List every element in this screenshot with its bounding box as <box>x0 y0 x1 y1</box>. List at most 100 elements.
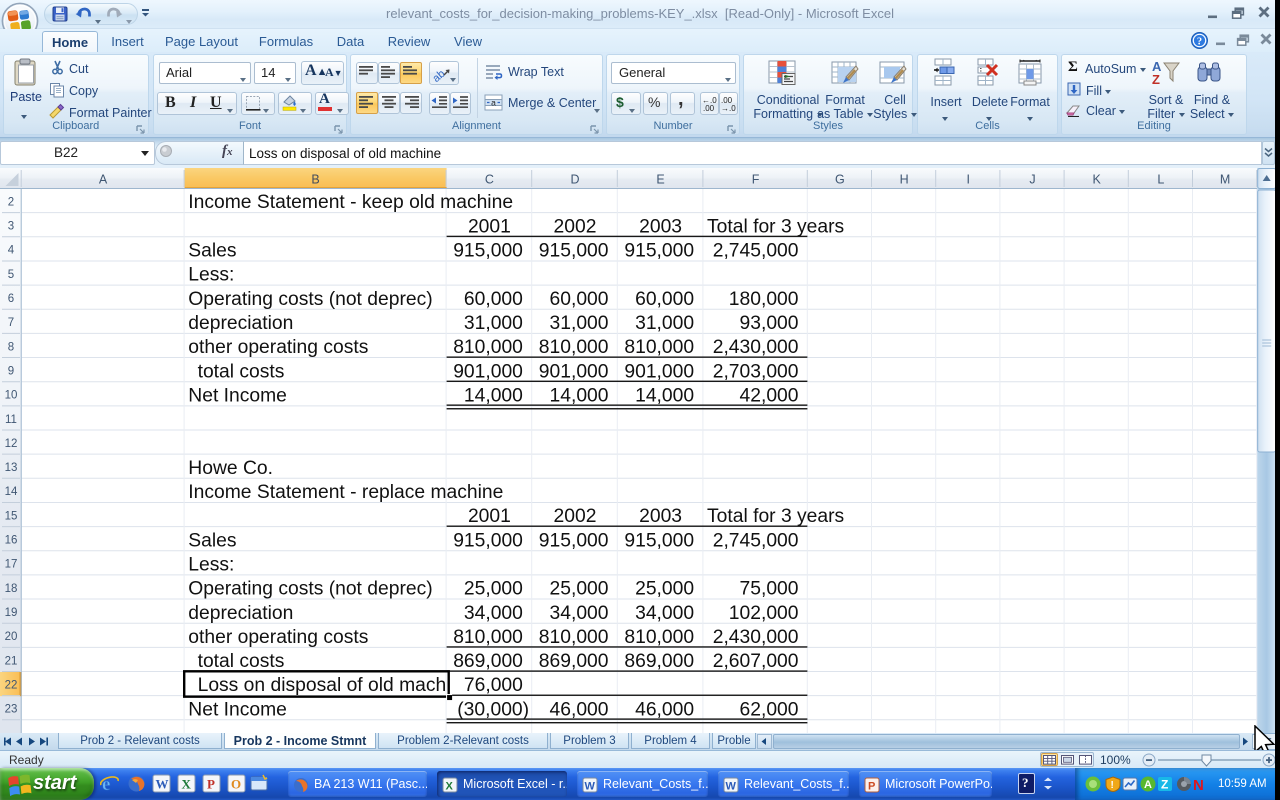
svg-text:31,000: 31,000 <box>550 313 609 334</box>
svg-text:(30,000): (30,000) <box>457 699 529 720</box>
svg-text:810,000: 810,000 <box>624 627 694 648</box>
svg-text:14,000: 14,000 <box>464 385 523 406</box>
svg-text:102,000: 102,000 <box>729 603 799 624</box>
svg-text:L: L <box>1157 172 1164 186</box>
svg-text:2: 2 <box>8 196 14 208</box>
svg-text:3: 3 <box>8 221 14 233</box>
svg-text:869,000: 869,000 <box>624 651 694 672</box>
svg-text:8: 8 <box>8 341 14 353</box>
svg-text:869,000: 869,000 <box>539 651 609 672</box>
svg-text:7: 7 <box>8 317 14 329</box>
svg-text:2001: 2001 <box>468 506 511 527</box>
svg-text:depreciation: depreciation <box>188 603 293 624</box>
svg-text:12: 12 <box>5 438 18 450</box>
svg-text:Net Income: Net Income <box>188 699 287 720</box>
svg-text:2,607,000: 2,607,000 <box>713 651 799 672</box>
svg-text:J: J <box>1029 172 1035 186</box>
svg-text:14,000: 14,000 <box>550 385 609 406</box>
svg-text:2,745,000: 2,745,000 <box>713 530 799 551</box>
svg-text:21: 21 <box>5 655 18 667</box>
svg-text:Total for 3 years: Total for 3 years <box>707 216 844 237</box>
svg-text:2,703,000: 2,703,000 <box>713 361 799 382</box>
svg-text:I: I <box>967 172 970 186</box>
svg-text:869,000: 869,000 <box>453 651 523 672</box>
svg-text:14,000: 14,000 <box>635 385 694 406</box>
svg-text:901,000: 901,000 <box>624 361 694 382</box>
svg-text:18: 18 <box>5 583 18 595</box>
svg-text:60,000: 60,000 <box>464 289 523 310</box>
svg-text:2,430,000: 2,430,000 <box>713 627 799 648</box>
svg-text:ab: ab <box>431 68 448 83</box>
svg-text:42,000: 42,000 <box>740 385 799 406</box>
svg-text:X: X <box>446 781 454 793</box>
svg-text:5: 5 <box>8 269 14 281</box>
svg-text:W: W <box>156 777 169 792</box>
svg-text:W: W <box>726 781 737 793</box>
svg-text:810,000: 810,000 <box>539 337 609 358</box>
svg-text:N: N <box>1193 777 1204 792</box>
svg-text:total costs: total costs <box>198 651 285 672</box>
svg-text:a: a <box>491 98 496 108</box>
svg-text:Operating costs (not deprec): Operating costs (not deprec) <box>188 579 432 600</box>
svg-text:2003: 2003 <box>639 216 682 237</box>
svg-text:25,000: 25,000 <box>635 579 694 600</box>
svg-text:2002: 2002 <box>554 506 597 527</box>
svg-text:46,000: 46,000 <box>550 699 609 720</box>
svg-text:Income Statement - keep old ma: Income Statement - keep old machine <box>188 192 513 213</box>
svg-text:?: ? <box>1197 37 1202 48</box>
svg-text:34,000: 34,000 <box>635 603 694 624</box>
svg-text:810,000: 810,000 <box>624 337 694 358</box>
svg-text:E: E <box>656 172 664 186</box>
svg-text:76,000: 76,000 <box>464 675 523 696</box>
svg-text:Less:: Less: <box>188 265 234 286</box>
svg-text:O: O <box>231 777 241 792</box>
svg-text:Sales: Sales <box>188 241 236 262</box>
svg-text:915,000: 915,000 <box>624 530 694 551</box>
svg-text:2,745,000: 2,745,000 <box>713 241 799 262</box>
svg-text:810,000: 810,000 <box>453 337 523 358</box>
svg-text:915,000: 915,000 <box>453 530 523 551</box>
svg-text:→.0: →.0 <box>721 104 736 113</box>
svg-text:16: 16 <box>5 535 18 547</box>
svg-text:915,000: 915,000 <box>624 241 694 262</box>
svg-text:60,000: 60,000 <box>550 289 609 310</box>
svg-text:20: 20 <box>5 631 18 643</box>
svg-text:Income Statement - replace mac: Income Statement - replace machine <box>188 482 503 503</box>
svg-text:H: H <box>900 172 909 186</box>
svg-text:6: 6 <box>8 293 14 305</box>
svg-text:810,000: 810,000 <box>453 627 523 648</box>
svg-text:13: 13 <box>5 462 18 474</box>
svg-text:F: F <box>752 172 760 186</box>
svg-text:10: 10 <box>5 390 18 402</box>
svg-text:A: A <box>99 172 108 186</box>
svg-text:.00: .00 <box>703 104 715 113</box>
svg-text:Sales: Sales <box>188 530 236 551</box>
svg-text:22: 22 <box>5 679 18 691</box>
svg-text:Loss on disposal of old machin: Loss on disposal of old machine <box>198 675 472 696</box>
svg-text:11: 11 <box>5 414 17 426</box>
svg-text:17: 17 <box>5 559 18 571</box>
svg-text:901,000: 901,000 <box>453 361 523 382</box>
svg-text:901,000: 901,000 <box>539 361 609 382</box>
svg-text:W: W <box>585 781 596 793</box>
svg-text:810,000: 810,000 <box>539 627 609 648</box>
svg-text:P: P <box>868 781 875 793</box>
svg-text:Total for 3 years: Total for 3 years <box>707 506 844 527</box>
svg-text:2,430,000: 2,430,000 <box>713 337 799 358</box>
svg-text:915,000: 915,000 <box>539 241 609 262</box>
svg-text:25,000: 25,000 <box>464 579 523 600</box>
svg-text:19: 19 <box>5 607 18 619</box>
svg-text:2003: 2003 <box>639 506 682 527</box>
svg-text:A: A <box>1144 779 1152 791</box>
svg-text:14: 14 <box>5 486 18 498</box>
svg-text:915,000: 915,000 <box>453 241 523 262</box>
svg-text:!: ! <box>1111 780 1114 791</box>
svg-text:Less:: Less: <box>188 554 234 575</box>
svg-text:4: 4 <box>8 245 15 257</box>
svg-text:Howe Co.: Howe Co. <box>188 458 273 479</box>
svg-text:23: 23 <box>5 704 18 716</box>
svg-text:P: P <box>207 777 215 792</box>
svg-text:total costs: total costs <box>198 361 285 382</box>
svg-text:K: K <box>1093 172 1102 186</box>
svg-text:Z: Z <box>1152 72 1160 85</box>
